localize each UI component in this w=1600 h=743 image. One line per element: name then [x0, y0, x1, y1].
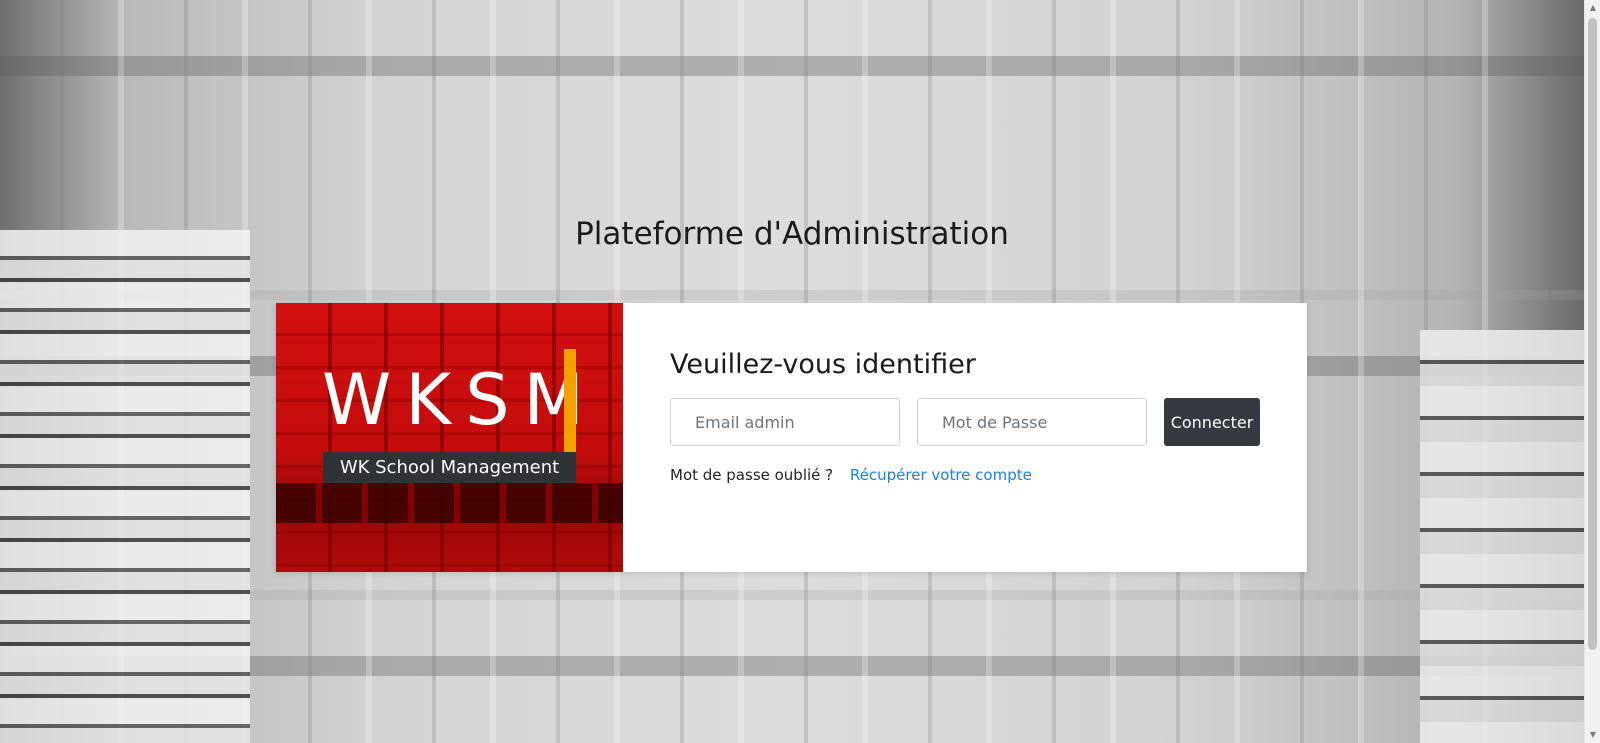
forgot-password-text: Mot de passe oublié ? [670, 466, 834, 484]
logo-panel: WKSM WK School Management [276, 303, 623, 572]
page-scrollbar[interactable]: ▲ ▼ [1584, 0, 1600, 743]
logo-decor-band [276, 483, 623, 523]
logo-accent-bar [564, 349, 576, 453]
background-files-left [0, 230, 250, 743]
password-input[interactable] [917, 398, 1147, 446]
connect-button[interactable]: Connecter [1164, 398, 1260, 446]
recover-account-link[interactable]: Récupérer votre compte [850, 466, 1032, 484]
login-card: WKSM WK School Management Veuillez-vous … [276, 303, 1307, 572]
page-title: Plateforme d'Administration [575, 216, 1009, 252]
form-heading: Veuillez-vous identifier [670, 349, 976, 380]
chevron-down-icon[interactable]: ▼ [1588, 730, 1598, 740]
scrollbar-thumb[interactable] [1588, 18, 1597, 650]
logo-subtitle: WK School Management [323, 452, 576, 483]
logo-letters: WKSM [322, 359, 598, 441]
email-input[interactable] [670, 398, 900, 446]
forgot-password-row: Mot de passe oublié ? Récupérer votre co… [670, 466, 1032, 484]
login-form: Veuillez-vous identifier Connecter Mot d… [623, 303, 1307, 572]
chevron-up-icon[interactable]: ▲ [1588, 3, 1598, 13]
background-files-right [1420, 330, 1584, 743]
